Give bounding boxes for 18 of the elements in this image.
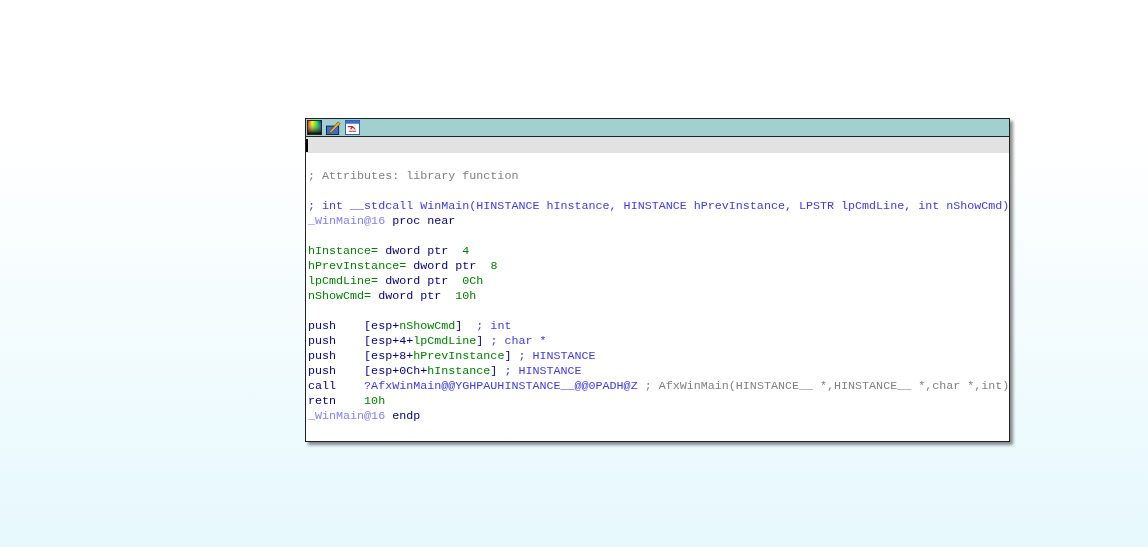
code-line: retn 10h <box>308 394 386 409</box>
color-palette-icon[interactable] <box>307 120 322 135</box>
code-line: push [esp+0Ch+hInstance] ; HINSTANCE <box>308 364 582 379</box>
code-line: hInstance= dword ptr 4 <box>308 244 470 259</box>
text-cursor <box>306 138 308 152</box>
pencil-icon[interactable] <box>326 120 341 135</box>
code-line: _WinMain@16 endp <box>308 409 421 424</box>
code-line: push [esp+4+lpCmdLine] ; char * <box>308 334 547 349</box>
code-line: push [esp+nShowCmd] ; int <box>308 319 512 334</box>
code-line: ; Attributes: library function <box>308 169 519 184</box>
code-line: ; int __stdcall WinMain(HINSTANCE hInstance, HINSTANCE hPrevInstance, LPSTR lpCmdLine, int nShowCmd) <box>308 199 1010 214</box>
code-line: lpCmdLine= dword ptr 0Ch <box>308 274 484 289</box>
code-line: push [esp+8+hPrevInstance] ; HINSTANCE <box>308 349 596 364</box>
code-line: nShowCmd= dword ptr 10h <box>308 289 477 304</box>
graph-icon[interactable] <box>345 120 360 135</box>
code-line: call ?AfxWinMain@@YGHPAUHINSTANCE__@@0PADH@Z ; AfxWinMain(HINSTANCE__ *,HINSTANCE__ *,char *,int) <box>308 379 1010 394</box>
code-line: _WinMain@16 proc near <box>308 214 456 229</box>
code-line: hPrevInstance= dword ptr 8 <box>308 259 498 274</box>
